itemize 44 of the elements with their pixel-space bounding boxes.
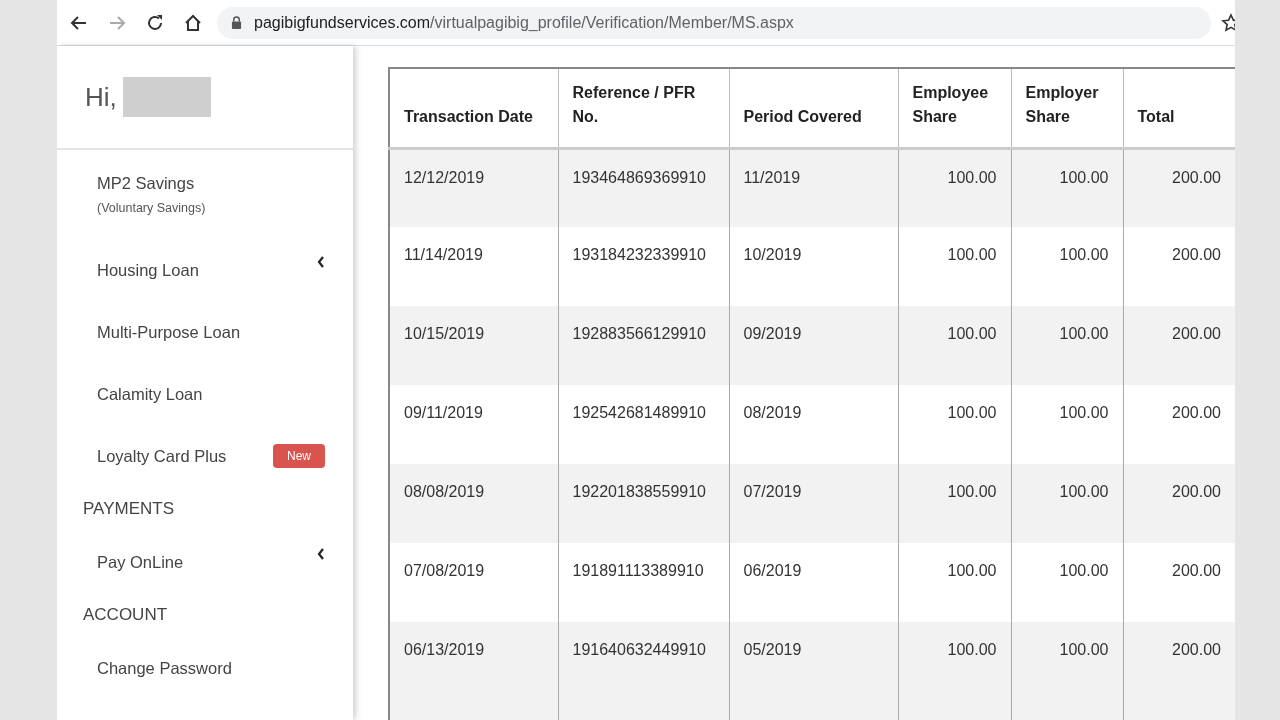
table-cell: 10/15/2019 [389, 306, 558, 385]
home-icon[interactable] [183, 12, 203, 33]
table-cell: 07/2019 [729, 464, 898, 543]
table-cell: 191640632449910 [558, 622, 729, 701]
lock-icon [231, 16, 242, 29]
section-heading: ACCOUNT [82, 604, 169, 626]
chevron-left-icon[interactable] [317, 548, 325, 560]
table-cell: 200.00 [1123, 464, 1235, 543]
sidebar-item[interactable]: MP2 Savings [97, 174, 325, 193]
reload-icon[interactable] [145, 12, 165, 33]
table-cell: 12/12/2019 [389, 148, 558, 227]
section-heading: PAYMENTS [82, 498, 175, 520]
sidebar-item[interactable]: Loyalty Card Plus [97, 446, 273, 466]
table-cell: 11/2019 [729, 148, 898, 227]
table-cell: 100.00 [1011, 148, 1123, 227]
sidebar-item[interactable]: Calamity Loan [97, 384, 325, 404]
table-cell: 100.00 [1011, 464, 1123, 543]
sidebar-item[interactable]: Housing Loan [97, 260, 317, 280]
table-cell: 100.00 [898, 148, 1011, 227]
greeting: Hi, [85, 81, 117, 113]
table-cell: 06/13/2019 [389, 622, 558, 701]
table-cell: 200.00 [1123, 622, 1235, 701]
sidebar-item[interactable]: Multi-Purpose Loan [97, 322, 325, 342]
new-badge: New [273, 444, 325, 468]
sidebar-item[interactable]: Pay OnLine [97, 552, 317, 572]
table-cell: 09/2019 [729, 306, 898, 385]
table-cell: 08/08/2019 [389, 464, 558, 543]
table-cell: 200.00 [1123, 148, 1235, 227]
table-cell: 100.00 [1011, 622, 1123, 701]
chevron-left-icon[interactable] [317, 256, 325, 268]
table-cell: 100.00 [1011, 306, 1123, 385]
table-cell: 05/2019 [729, 622, 898, 701]
url-text: pagibigfundservices.com/virtualpagibig_profile/Verification/Member/MS.aspx [254, 13, 794, 32]
table-cell: 192883566129910 [558, 306, 729, 385]
table-cell: 100.00 [898, 622, 1011, 701]
table-cell: 100.00 [898, 306, 1011, 385]
address-bar[interactable]: pagibigfundservices.com/virtualpagibig_profile/Verification/Member/MS.aspx [217, 6, 1211, 39]
table-cell: 200.00 [1123, 306, 1235, 385]
table-cell: 192201838559910 [558, 464, 729, 543]
sidebar-item-subtitle: (Voluntary Savings) [97, 201, 207, 215]
table-cell: 193464869369910 [558, 148, 729, 227]
sidebar-item[interactable]: Change Password [97, 658, 325, 678]
table-cell: 100.00 [898, 464, 1011, 543]
star-icon[interactable] [1221, 12, 1235, 33]
